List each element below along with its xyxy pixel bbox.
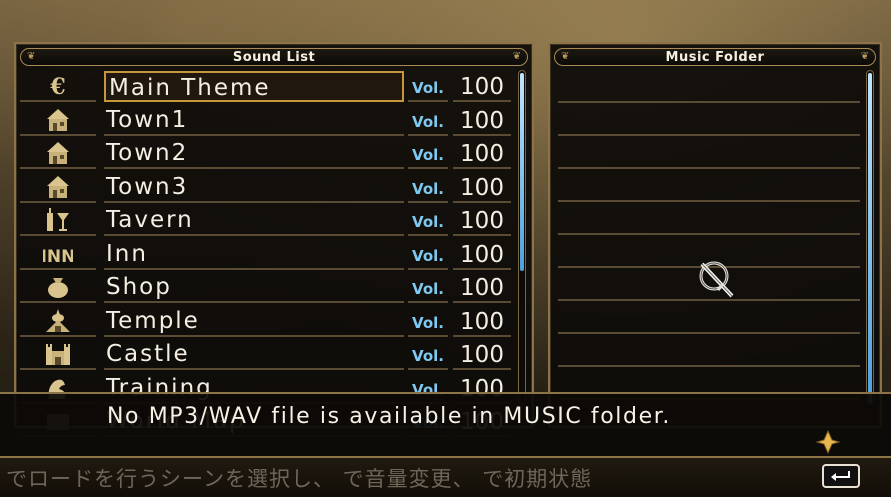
vol-label: Vol.: [408, 273, 448, 303]
music-folder-panel: ❦ Music Folder ❦: [548, 42, 882, 428]
money-bag-icon: [20, 273, 96, 303]
music-folder-header: ❦ Music Folder ❦: [554, 48, 876, 66]
vol-label: Vol.: [408, 173, 448, 203]
house-icon: [20, 106, 96, 136]
sound-row-name[interactable]: Inn: [104, 239, 404, 270]
temple-icon: [20, 307, 96, 337]
sound-row[interactable]: INN Inn Vol. 100: [16, 238, 536, 271]
volume-value[interactable]: 100: [453, 206, 511, 236]
enter-button[interactable]: [822, 464, 860, 488]
music-row[interactable]: [558, 202, 860, 235]
music-row[interactable]: [558, 334, 860, 367]
sound-list-title: Sound List: [232, 49, 316, 65]
music-row[interactable]: [558, 169, 860, 202]
sword-ring-icon: [699, 261, 734, 298]
vol-label: Vol.: [408, 307, 448, 337]
volume-value[interactable]: 100: [453, 273, 511, 303]
vol-label: Vol.: [408, 240, 448, 270]
music-row[interactable]: [558, 103, 860, 136]
next-arrow-icon[interactable]: [816, 430, 840, 454]
sound-row[interactable]: Town2 Vol. 100: [16, 137, 536, 170]
music-folder-rows: [558, 70, 860, 400]
music-folder-scrollbar[interactable]: [866, 70, 874, 404]
vol-label: Vol.: [408, 139, 448, 169]
volume-value[interactable]: 100: [453, 240, 511, 270]
sound-list-header: ❦ Sound List ❦: [20, 48, 528, 66]
help-text: でロードを行うシーンを選択し、 で音量変更、 で初期状態: [6, 467, 593, 491]
vol-label: Vol.: [408, 72, 448, 102]
sound-row-name[interactable]: Castle: [104, 339, 404, 370]
sound-row[interactable]: € Main Theme Vol. 100: [16, 70, 536, 103]
volume-value[interactable]: 100: [453, 106, 511, 136]
inn-icon: INN: [20, 240, 96, 270]
volume-value[interactable]: 100: [453, 340, 511, 370]
crest-icon: €: [20, 72, 96, 102]
music-row[interactable]: [558, 70, 860, 103]
help-bar: でロードを行うシーンを選択し、 で音量変更、 で初期状態: [0, 458, 891, 497]
flourish-right-icon: ❦: [512, 51, 521, 62]
sound-row[interactable]: Temple Vol. 100: [16, 305, 536, 338]
message-box: No MP3/WAV file is available in MUSIC fo…: [0, 392, 891, 458]
sound-row-name[interactable]: Tavern: [104, 205, 404, 236]
house-icon: [20, 173, 96, 203]
vol-label: Vol.: [408, 106, 448, 136]
flourish-right-icon: ❦: [860, 51, 869, 62]
sound-row-name[interactable]: Main Theme: [104, 71, 404, 102]
vol-label: Vol.: [408, 340, 448, 370]
flourish-left-icon: ❦: [561, 51, 570, 62]
flourish-left-icon: ❦: [27, 51, 36, 62]
svg-text:€: €: [49, 74, 65, 100]
music-row[interactable]: [558, 136, 860, 169]
sound-row-name[interactable]: Town2: [104, 138, 404, 169]
bottle-glass-icon: [20, 206, 96, 236]
sound-row[interactable]: Town1 Vol. 100: [16, 104, 536, 137]
sound-row-name[interactable]: Town3: [104, 172, 404, 203]
sound-list-scroll-thumb[interactable]: [520, 73, 524, 271]
sound-list-scrollbar[interactable]: [518, 70, 526, 404]
music-folder-title: Music Folder: [665, 49, 765, 65]
enter-icon: [831, 471, 850, 481]
volume-value[interactable]: 100: [453, 307, 511, 337]
volume-value[interactable]: 100: [453, 139, 511, 169]
svg-text:INN: INN: [43, 247, 73, 267]
sound-row-name[interactable]: Shop: [104, 272, 404, 303]
castle-icon: [20, 340, 96, 370]
music-folder-scroll-thumb[interactable]: [868, 73, 872, 403]
house-icon: [20, 139, 96, 169]
volume-value[interactable]: 100: [453, 173, 511, 203]
sound-row[interactable]: Tavern Vol. 100: [16, 204, 536, 237]
sound-row[interactable]: Castle Vol. 100: [16, 338, 536, 371]
volume-value[interactable]: 100: [453, 72, 511, 102]
sound-row-name[interactable]: Town1: [104, 105, 404, 136]
vol-label: Vol.: [408, 206, 448, 236]
sound-row-name[interactable]: Temple: [104, 306, 404, 337]
sound-list-panel: ❦ Sound List ❦ € Main Theme Vol. 100 Town1 Vo…: [14, 42, 536, 437]
sound-row[interactable]: Shop Vol. 100: [16, 271, 536, 304]
message-text: No MP3/WAV file is available in MUSIC fo…: [107, 404, 671, 429]
sound-row[interactable]: Town3 Vol. 100: [16, 171, 536, 204]
